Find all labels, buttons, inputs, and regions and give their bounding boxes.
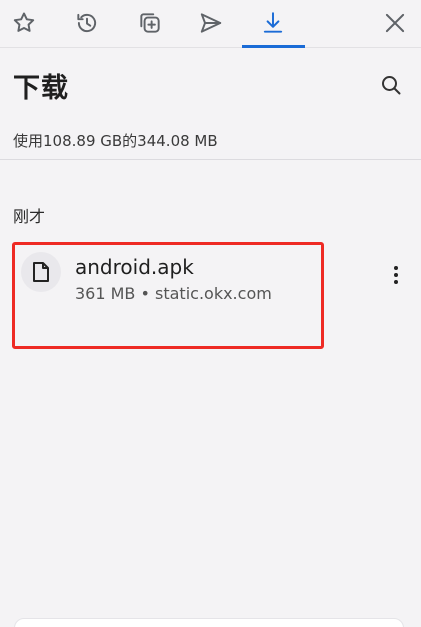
download-file-name: android.apk — [75, 255, 194, 279]
search-icon — [382, 76, 401, 95]
download-item[interactable]: android.apk 361 MB • static.okx.com — [12, 242, 324, 349]
send-tab[interactable] — [180, 0, 242, 46]
add-tab-icon — [140, 13, 160, 33]
divider — [0, 159, 421, 160]
history-icon — [77, 13, 97, 33]
star-icon — [13, 12, 35, 32]
storage-usage: 使用108.89 GB的344.08 MB — [13, 132, 218, 150]
more-options-button[interactable] — [383, 260, 409, 290]
tabs-tab[interactable] — [119, 0, 181, 46]
history-tab[interactable] — [56, 0, 118, 46]
bottom-panel — [14, 618, 404, 627]
top-tab-bar — [0, 0, 421, 48]
close-button[interactable] — [364, 0, 421, 46]
close-icon — [385, 13, 405, 33]
section-header: 刚才 — [13, 207, 46, 226]
more-icon — [394, 266, 398, 270]
downloads-tab[interactable] — [242, 0, 304, 46]
document-icon — [33, 262, 49, 282]
search-button[interactable] — [374, 68, 408, 102]
send-icon — [200, 13, 222, 33]
bookmarks-tab[interactable] — [0, 0, 55, 46]
download-file-meta: 361 MB • static.okx.com — [75, 284, 272, 303]
file-icon — [21, 252, 61, 292]
download-icon — [263, 12, 283, 33]
active-tab-indicator — [242, 45, 305, 48]
page-title: 下载 — [13, 73, 69, 104]
